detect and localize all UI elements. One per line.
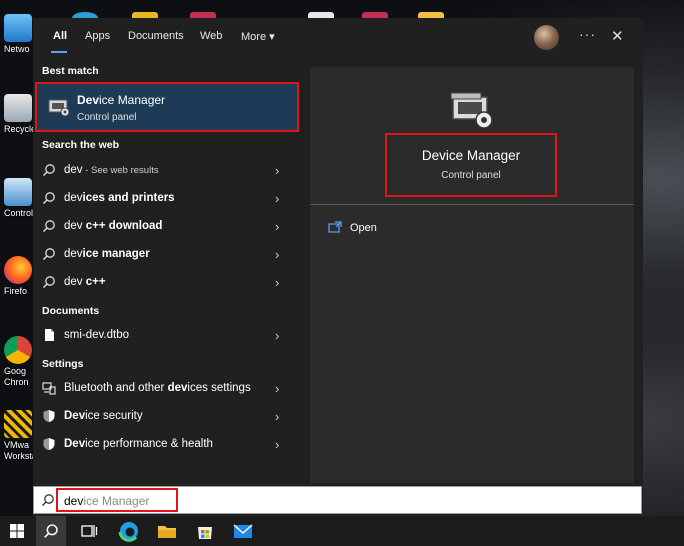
- desktop-icon-label: VMwa Worksta: [4, 440, 37, 461]
- taskbar-search-button[interactable]: [36, 516, 66, 546]
- settings-result-device-performance[interactable]: Device performance & health ›: [33, 431, 301, 459]
- results-list: Best match Device Manager Control panel …: [33, 58, 301, 484]
- web-result-device-manager[interactable]: device manager ›: [33, 241, 301, 269]
- settings-result-device-security[interactable]: Device security ›: [33, 403, 301, 431]
- document-result-smi-dev-dtbo[interactable]: smi-dev.dtbo ›: [33, 322, 301, 350]
- best-match-title: Device Manager: [77, 93, 166, 107]
- detail-pane: Device Manager Control panel Open: [310, 67, 634, 483]
- shield-icon: [43, 410, 55, 422]
- settings-result-label: Device performance & health: [64, 438, 213, 450]
- taskbar: [0, 516, 684, 546]
- desktop-icon-firefox[interactable]: Firefo: [4, 256, 36, 297]
- shield-icon: [43, 438, 55, 450]
- search-panel: All Apps Documents Web More ▾ ··· ✕ Best…: [33, 18, 643, 516]
- control-panel-icon: [4, 178, 32, 206]
- mail-icon[interactable]: [232, 520, 254, 542]
- network-icon: [4, 14, 32, 42]
- search-icon: [43, 220, 55, 232]
- section-heading-search-web: Search the web: [42, 139, 120, 151]
- chevron-right-icon: ›: [275, 437, 280, 452]
- desktop-icon-network[interactable]: Netwo: [4, 14, 36, 55]
- desktop-icon-label: Recycle: [4, 124, 37, 134]
- desktop-icon-vmware[interactable]: VMwa Worksta: [4, 410, 37, 462]
- task-view-icon[interactable]: [78, 520, 100, 542]
- tab-all-underline: [51, 51, 67, 53]
- device-manager-icon: [450, 92, 493, 129]
- chevron-right-icon: ›: [275, 247, 280, 262]
- web-result-label: dev c++: [64, 276, 106, 288]
- close-button[interactable]: ✕: [611, 27, 624, 45]
- tab-apps[interactable]: Apps: [85, 30, 110, 42]
- section-heading-settings: Settings: [42, 358, 84, 370]
- search-icon: [43, 248, 55, 260]
- section-heading-best-match: Best match: [42, 65, 99, 77]
- search-nav-bar: All Apps Documents Web More ▾ ··· ✕: [33, 18, 643, 58]
- web-result-label: devices and printers: [64, 192, 175, 204]
- web-result-dev-cpp-download[interactable]: dev c++ download ›: [33, 213, 301, 241]
- chevron-right-icon: ›: [275, 409, 280, 424]
- detail-header-highlight: Device Manager Control panel: [385, 133, 557, 197]
- search-query: device Manager: [64, 494, 150, 508]
- desktop-icon-recycle-bin[interactable]: Recycle: [4, 94, 36, 135]
- best-match-subtitle: Control panel: [77, 112, 137, 123]
- desktop-icon-label: Goog Chron: [4, 366, 29, 387]
- recycle-bin-icon: [4, 94, 32, 122]
- tab-all[interactable]: All: [53, 30, 67, 42]
- web-result-dev-cpp[interactable]: dev c++ ›: [33, 269, 301, 297]
- desktop-icon-label: Netwo: [4, 44, 30, 54]
- chevron-right-icon: ›: [275, 328, 280, 343]
- tab-web[interactable]: Web: [200, 30, 222, 42]
- document-icon: [45, 329, 54, 341]
- microsoft-store-icon[interactable]: [194, 520, 216, 542]
- open-label: Open: [350, 222, 377, 234]
- chevron-right-icon: ›: [275, 381, 280, 396]
- web-result-label: device manager: [64, 248, 150, 260]
- open-action[interactable]: Open: [328, 220, 528, 240]
- chevron-right-icon: ›: [275, 275, 280, 290]
- web-result-label: dev c++ download: [64, 220, 163, 232]
- detail-subtitle: Control panel: [441, 170, 501, 181]
- search-icon: [43, 192, 55, 204]
- chevron-right-icon: ›: [275, 219, 280, 234]
- avatar[interactable]: [534, 25, 559, 50]
- section-heading-documents: Documents: [42, 305, 100, 317]
- chevron-down-icon: ▾: [269, 31, 275, 43]
- search-bar[interactable]: device Manager: [33, 486, 642, 514]
- document-result-label: smi-dev.dtbo: [64, 329, 129, 341]
- more-options-button[interactable]: ···: [579, 26, 596, 42]
- chevron-right-icon: ›: [275, 191, 280, 206]
- settings-result-label: Device security: [64, 410, 143, 422]
- search-input[interactable]: device Manager: [56, 488, 178, 512]
- device-manager-icon: [48, 99, 70, 117]
- settings-result-label: Bluetooth and other devices settings: [64, 382, 251, 394]
- search-icon: [42, 494, 54, 506]
- start-icon[interactable]: [6, 520, 28, 542]
- edge-icon[interactable]: [118, 520, 140, 542]
- settings-result-bluetooth[interactable]: Bluetooth and other devices settings ›: [33, 375, 301, 403]
- web-result-devices-and-printers[interactable]: devices and printers ›: [33, 185, 301, 213]
- search-icon: [43, 276, 55, 288]
- tab-documents[interactable]: Documents: [128, 30, 184, 42]
- vmware-icon: [4, 410, 32, 438]
- web-result-dev[interactable]: dev - See web results ›: [33, 157, 301, 185]
- desktop-icon-label: Control P: [4, 208, 42, 218]
- tab-more-label: More: [241, 31, 267, 43]
- desktop-icon-control-panel[interactable]: Control P: [4, 178, 42, 219]
- search-icon: [44, 524, 58, 538]
- desktop-icon-chrome[interactable]: Goog Chron: [4, 336, 36, 388]
- best-match-device-manager[interactable]: Device Manager Control panel: [35, 82, 299, 132]
- chrome-icon: [4, 336, 32, 364]
- web-result-label: dev - See web results: [64, 164, 159, 176]
- detail-title: Device Manager: [421, 148, 521, 163]
- chevron-right-icon: ›: [275, 163, 280, 178]
- bluetooth-devices-icon: [42, 382, 56, 395]
- tab-more[interactable]: More ▾: [241, 30, 275, 43]
- detail-divider: [310, 204, 634, 205]
- desktop-icon-label: Firefo: [4, 286, 28, 296]
- firefox-icon: [4, 256, 32, 284]
- file-explorer-icon[interactable]: [156, 520, 178, 542]
- search-icon: [43, 164, 55, 176]
- open-icon: [328, 221, 342, 233]
